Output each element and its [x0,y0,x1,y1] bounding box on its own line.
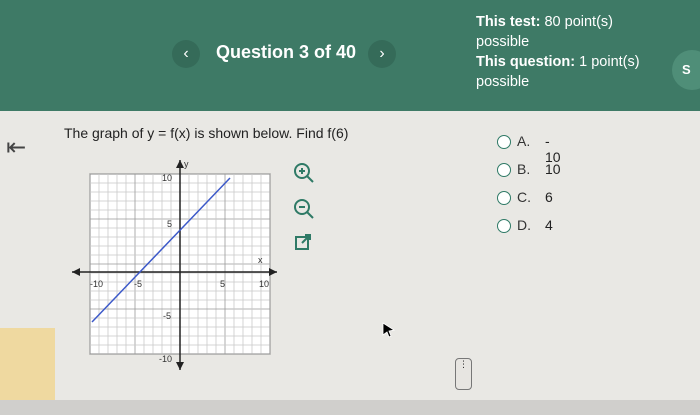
y-axis-down-arrow [176,362,184,370]
radio-button[interactable] [497,135,511,149]
x-axis-right-arrow [269,268,277,276]
graph-svg: x y -10 -5 5 10 10 5 -5 -10 [72,159,277,370]
previous-question-button[interactable]: ‹ [172,40,200,68]
choice-value: 4 [545,217,553,233]
question-text: The graph of y = f(x) is shown below. Fi… [64,125,349,141]
resize-handle-icon[interactable]: ⋮ [455,358,472,390]
bottom-bar [0,400,700,415]
y-axis-label: y [184,159,189,169]
radio-button[interactable] [497,163,511,177]
question-counter: Question 3 of 40 [216,42,357,62]
test-points-label: This test: [476,14,541,30]
side-tab[interactable]: S [672,50,700,90]
zoom-in-svg [294,163,314,183]
choice-letter: A. [517,133,531,149]
zoom-in-icon[interactable] [292,162,318,184]
chevron-right-icon: › [379,45,385,62]
x-axis-label: x [258,255,263,265]
tick-label-neg10-x: -10 [90,279,103,289]
tick-label-neg10-y: -10 [159,354,172,364]
tick-label-5-x: 5 [220,279,225,289]
left-strip [0,328,55,400]
choice-letter: C. [517,189,531,205]
tick-label-neg5-x: -5 [134,279,142,289]
y-axis-up-arrow [176,160,184,168]
chevron-left-icon: ‹ [183,45,189,62]
collapse-icon[interactable]: ⇤ [6,133,26,162]
zoom-out-svg [294,199,314,219]
tick-label-neg5-y: -5 [163,311,171,321]
tick-label-10-x: 10 [259,279,269,289]
x-axis-left-arrow [72,268,80,276]
external-link-icon[interactable] [292,232,318,254]
tick-label-10-y: 10 [162,173,172,183]
external-link-svg [295,234,311,250]
mouse-cursor-icon [382,322,396,338]
top-header: ‹ Question 3 of 40 › This test: 80 point… [0,0,700,111]
question-points-label: This question: [476,54,576,70]
zoom-out-icon[interactable] [292,198,318,220]
radio-button[interactable] [497,219,511,233]
function-graph: x y -10 -5 5 10 10 5 -5 -10 [62,155,287,390]
choice-value: 10 [545,161,561,177]
choice-letter: B. [517,161,531,177]
radio-button[interactable] [497,191,511,205]
choice-value: 6 [545,189,553,205]
choice-letter: D. [517,217,531,233]
next-question-button[interactable]: › [368,40,396,68]
tick-label-5-y: 5 [167,219,172,229]
points-info: This test: 80 point(s) possible This que… [476,12,646,92]
